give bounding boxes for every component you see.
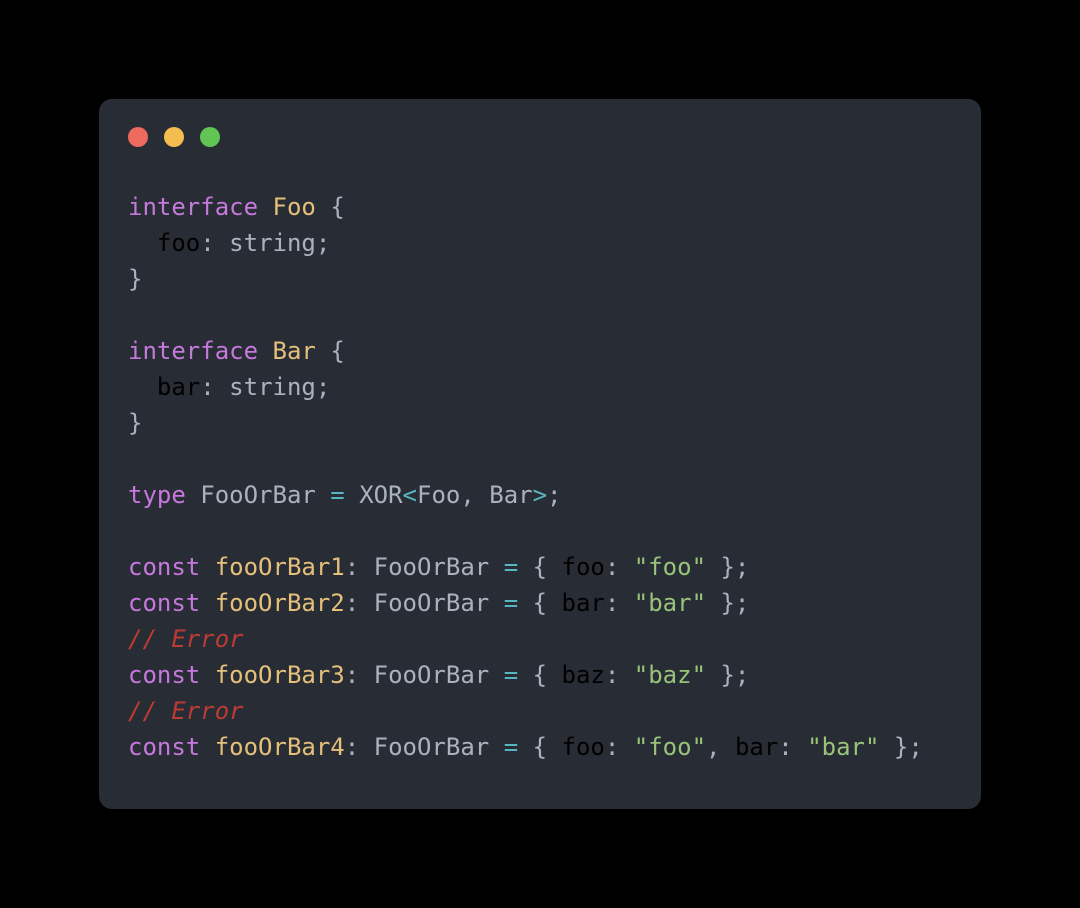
code-token-operator: < xyxy=(402,481,417,509)
code-token-string: "foo" xyxy=(633,553,707,581)
code-token-plain: XOR xyxy=(344,481,403,509)
code-token-property: baz xyxy=(561,661,605,689)
code-line: const fooOrBar4: FooOrBar = { foo: "foo"… xyxy=(128,729,961,765)
code-token-punct: } xyxy=(128,409,143,437)
window-titlebar xyxy=(128,127,248,147)
code-line: const fooOrBar3: FooOrBar = { baz: "baz"… xyxy=(128,657,961,693)
code-token-keyword: interface xyxy=(128,337,259,365)
code-token-operator: > xyxy=(532,481,548,509)
code-token-property: bar xyxy=(156,373,201,401)
code-block[interactable]: interface Foo { foo: string;} interface … xyxy=(128,189,961,765)
code-token-plain: }; xyxy=(706,589,750,617)
code-line: // Error xyxy=(128,621,961,657)
close-window-button[interactable] xyxy=(128,127,148,147)
maximize-window-button[interactable] xyxy=(200,127,220,147)
code-snippet-window: interface Foo { foo: string;} interface … xyxy=(99,99,981,809)
code-token-plain: }; xyxy=(879,733,923,761)
code-token-punct: { xyxy=(330,193,345,221)
code-token-string: "bar" xyxy=(807,733,880,761)
minimize-window-button[interactable] xyxy=(164,127,184,147)
code-token-plain: , xyxy=(706,733,735,761)
code-token-var: fooOrBar2 xyxy=(214,589,345,617)
code-token-property: foo xyxy=(156,229,201,257)
code-token-keyword: const xyxy=(128,661,201,689)
code-token-string: "foo" xyxy=(633,733,707,761)
code-token-plain: : xyxy=(604,589,634,617)
code-line: foo: string; xyxy=(128,225,961,261)
code-line: // Error xyxy=(128,693,961,729)
code-token-plain: { xyxy=(518,733,562,761)
code-token-plain: : FooOrBar xyxy=(344,553,504,581)
code-token-type: Bar xyxy=(272,337,316,365)
code-token-plain: : xyxy=(604,553,634,581)
code-token-plain: }; xyxy=(706,553,750,581)
code-token-operator: = xyxy=(503,553,519,581)
code-token-property: bar xyxy=(561,589,605,617)
code-token-plain: : FooOrBar xyxy=(344,733,504,761)
code-line: interface Bar { xyxy=(128,333,961,369)
code-token-var: fooOrBar3 xyxy=(214,661,345,689)
code-line: bar: string; xyxy=(128,369,961,405)
code-token-var: fooOrBar4 xyxy=(214,733,345,761)
code-token-plain: : xyxy=(200,229,230,257)
code-token-keyword: const xyxy=(128,589,201,617)
code-token-plain: ; xyxy=(547,481,562,509)
code-token-property: bar xyxy=(734,733,779,761)
code-line: } xyxy=(128,261,961,297)
code-token-keyword: interface xyxy=(128,193,259,221)
screenshot-root: interface Foo { foo: string;} interface … xyxy=(0,0,1080,908)
code-token-plain: : FooOrBar xyxy=(344,589,504,617)
code-token-comment: // Error xyxy=(128,625,244,653)
code-token-plain: { xyxy=(518,661,562,689)
code-line: type FooOrBar = XOR<Foo, Bar>; xyxy=(128,477,961,513)
code-token-operator: = xyxy=(330,481,345,509)
code-token-plain: : xyxy=(200,373,230,401)
code-token-plain: : xyxy=(778,733,808,761)
code-token-keyword: const xyxy=(128,733,201,761)
code-token-plain: : FooOrBar xyxy=(344,661,504,689)
code-line: const fooOrBar2: FooOrBar = { bar: "bar"… xyxy=(128,585,961,621)
code-token-operator: = xyxy=(503,733,519,761)
code-token-operator: = xyxy=(503,661,519,689)
code-token-string: "baz" xyxy=(633,661,707,689)
code-token-plain: { xyxy=(518,553,562,581)
code-token-plain: Foo, Bar xyxy=(417,481,533,509)
code-token-keyword: type xyxy=(128,481,186,509)
code-line: const fooOrBar1: FooOrBar = { foo: "foo"… xyxy=(128,549,961,585)
code-line: interface Foo { xyxy=(128,189,961,225)
code-token-plain: }; xyxy=(706,661,750,689)
code-token-punct: } xyxy=(128,265,143,293)
code-token-plain: { xyxy=(518,589,562,617)
code-token-plain: FooOrBar xyxy=(185,481,331,509)
code-token-plain: string xyxy=(229,229,316,257)
code-line: } xyxy=(128,405,961,441)
code-token-type: Foo xyxy=(272,193,316,221)
code-token-punct: { xyxy=(330,337,345,365)
code-token-plain: : xyxy=(604,661,634,689)
code-token-keyword: const xyxy=(128,553,201,581)
code-token-string: "bar" xyxy=(633,589,707,617)
code-token-plain: : xyxy=(604,733,634,761)
code-token-plain: ; xyxy=(315,229,331,257)
code-token-plain: ; xyxy=(315,373,331,401)
code-token-var: fooOrBar1 xyxy=(214,553,345,581)
code-token-comment: // Error xyxy=(128,697,244,725)
code-token-plain: string xyxy=(229,373,316,401)
code-token-property: foo xyxy=(561,553,605,581)
code-token-operator: = xyxy=(503,589,519,617)
code-token-property: foo xyxy=(561,733,605,761)
